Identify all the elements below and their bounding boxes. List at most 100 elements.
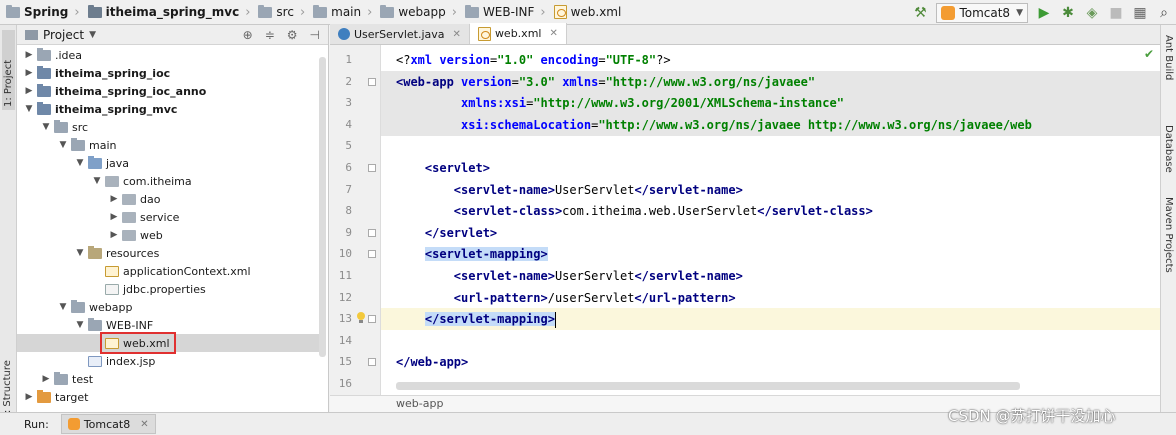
scroll-from-source-icon[interactable]: ⊕	[243, 28, 253, 42]
tree-item[interactable]: ▶ web	[17, 226, 319, 244]
code-line[interactable]: </web-app>	[381, 351, 1160, 373]
code-token: <servlet-class>	[453, 204, 563, 219]
code-line[interactable]: <servlet-class>com.itheima.web.UserServl…	[381, 200, 1160, 222]
chevron-down-icon[interactable]: ▼	[57, 140, 69, 150]
chevron-down-icon[interactable]: ▼	[57, 302, 69, 312]
code-line[interactable]: xsi:schemaLocation="http://www.w3.org/ns…	[381, 113, 1160, 136]
fold-marker-icon[interactable]	[368, 77, 376, 86]
close-icon[interactable]: ✕	[549, 28, 557, 39]
tree-item[interactable]: ▼ java	[17, 154, 319, 172]
code-line[interactable]: </servlet-mapping>	[381, 308, 1160, 331]
code-token: <?	[396, 53, 411, 67]
code-line[interactable]: <servlet-name>UserServlet</servlet-name>	[381, 179, 1160, 201]
horizontal-scrollbar[interactable]	[396, 382, 1020, 390]
chevron-right-icon[interactable]: ▶	[23, 50, 35, 60]
build-hammer-icon[interactable]: ⚒	[910, 3, 930, 23]
tree-item[interactable]: applicationContext.xml	[17, 262, 319, 280]
tree-item[interactable]: ▼ resources	[17, 244, 319, 262]
tree-item[interactable]: ▼ src	[17, 118, 319, 136]
project-structure-icon[interactable]: ▦	[1130, 3, 1150, 23]
editor-tab[interactable]: UserServlet.java ✕	[330, 24, 470, 44]
chevron-right-icon[interactable]: ▶	[23, 392, 35, 402]
breadcrumb-item[interactable]: Spring ›	[4, 0, 86, 25]
tree-item[interactable]: ▼ itheima_spring_mvc	[17, 100, 319, 118]
code-line[interactable]: <servlet-name>UserServlet</servlet-name>	[381, 265, 1160, 287]
run-tab-tomcat8[interactable]: Tomcat8 ✕	[60, 414, 156, 434]
database-tool-tab[interactable]: Database	[1163, 125, 1174, 173]
breadcrumb-item[interactable]: WEB-INF ›	[463, 0, 552, 25]
breadcrumb-item[interactable]: src ›	[256, 0, 311, 25]
fold-marker-icon[interactable]	[368, 228, 376, 237]
code-line[interactable]: <servlet-mapping>	[381, 243, 1160, 265]
tree-item-label: dao	[140, 192, 161, 206]
tree-item[interactable]: ▼ main	[17, 136, 319, 154]
fold-marker-icon[interactable]	[368, 315, 376, 324]
fold-marker-icon[interactable]	[368, 358, 376, 367]
breadcrumb-item[interactable]: web.xml	[552, 0, 628, 25]
vertical-scrollbar[interactable]	[319, 57, 326, 357]
tree-item[interactable]: ▶ target	[17, 388, 319, 406]
chevron-right-icon[interactable]: ▶	[108, 194, 120, 204]
code-area[interactable]: <?xml version="1.0" encoding="UTF-8"?> <w…	[381, 45, 1160, 395]
chevron-down-icon[interactable]: ▼	[40, 122, 52, 132]
chevron-right-icon[interactable]: ▶	[40, 374, 52, 384]
code-line[interactable]	[381, 135, 1160, 157]
chevron-right-icon: ›	[245, 4, 251, 20]
search-icon[interactable]: ⌕	[1154, 3, 1174, 23]
collapse-all-icon[interactable]: ≑	[265, 28, 275, 42]
tree-item[interactable]: ▶ service	[17, 208, 319, 226]
chevron-down-icon[interactable]: ▼	[74, 248, 86, 258]
code-line[interactable]: xmlns:xsi="http://www.w3.org/2001/XMLSch…	[381, 92, 1160, 115]
xml-file-icon	[553, 5, 567, 19]
tree-item-label: main	[89, 138, 117, 152]
tree-item[interactable]: ▶ .idea	[17, 46, 319, 64]
stop-icon[interactable]: ■	[1106, 3, 1126, 23]
close-icon[interactable]: ✕	[140, 419, 148, 430]
gear-icon[interactable]: ⚙	[287, 28, 298, 42]
breadcrumb-label: web.xml	[570, 5, 622, 19]
coverage-icon[interactable]: ◈	[1082, 3, 1102, 23]
code-line[interactable]: <url-pattern>/userServlet</url-pattern>	[381, 287, 1160, 309]
code-line[interactable]: <web-app version="3.0" xmlns="http://www…	[381, 70, 1160, 93]
run-configuration-select[interactable]: Tomcat8 ▼	[936, 2, 1028, 23]
tree-item[interactable]: ▶ dao	[17, 190, 319, 208]
breadcrumb-item[interactable]: webapp ›	[378, 0, 463, 25]
editor-tab[interactable]: web.xml ✕	[469, 23, 567, 44]
chevron-right-icon[interactable]: ▶	[23, 68, 35, 78]
tree-item[interactable]: index.jsp	[17, 352, 319, 370]
code-line[interactable]: <?xml version="1.0" encoding="UTF-8"?>	[381, 49, 1160, 71]
chevron-right-icon[interactable]: ▶	[23, 86, 35, 96]
run-play-icon[interactable]: ▶	[1034, 3, 1054, 23]
chevron-down-icon[interactable]: ▼	[91, 176, 103, 186]
structure-tool-tab[interactable]: Z: Structure	[2, 355, 13, 420]
breadcrumb-item[interactable]: main ›	[311, 0, 378, 25]
tree-item[interactable]: ▼ webapp	[17, 298, 319, 316]
code-line[interactable]: <servlet>	[381, 157, 1160, 179]
ant-build-tool-tab[interactable]: Ant Build	[1163, 35, 1174, 80]
chevron-down-icon[interactable]: ▼	[74, 320, 86, 330]
tree-item[interactable]: ▶ itheima_spring_ioc	[17, 64, 319, 82]
fold-marker-icon[interactable]	[368, 250, 376, 259]
chevron-down-icon[interactable]: ▼	[23, 104, 35, 114]
code-line[interactable]: </servlet>	[381, 222, 1160, 244]
editor-breadcrumb[interactable]: web-app	[396, 397, 443, 410]
maven-projects-tool-tab[interactable]: Maven Projects	[1163, 197, 1174, 273]
intention-bulb-icon[interactable]	[355, 312, 367, 326]
hide-panel-icon[interactable]: ⊣	[310, 28, 320, 42]
code-token: <url-pattern>	[453, 290, 548, 305]
tree-item[interactable]: jdbc.properties	[17, 280, 319, 298]
project-panel-title[interactable]: Project	[43, 28, 84, 42]
tree-item[interactable]: ▼ com.itheima	[17, 172, 319, 190]
project-tool-tab[interactable]: 1: Project	[2, 30, 15, 110]
tree-item[interactable]: ▶ itheima_spring_ioc_anno	[17, 82, 319, 100]
tree-item[interactable]: ▶ test	[17, 370, 319, 388]
chevron-right-icon[interactable]: ▶	[108, 212, 120, 222]
breadcrumb-item[interactable]: itheima_spring_mvc ›	[86, 0, 257, 25]
close-icon[interactable]: ✕	[453, 29, 461, 40]
chevron-down-icon[interactable]: ▼	[89, 30, 96, 40]
fold-marker-icon[interactable]	[368, 164, 376, 172]
code-line[interactable]	[381, 330, 1160, 352]
debug-bug-icon[interactable]: ✱	[1058, 3, 1078, 23]
chevron-down-icon[interactable]: ▼	[74, 158, 86, 168]
chevron-right-icon[interactable]: ▶	[108, 230, 120, 240]
